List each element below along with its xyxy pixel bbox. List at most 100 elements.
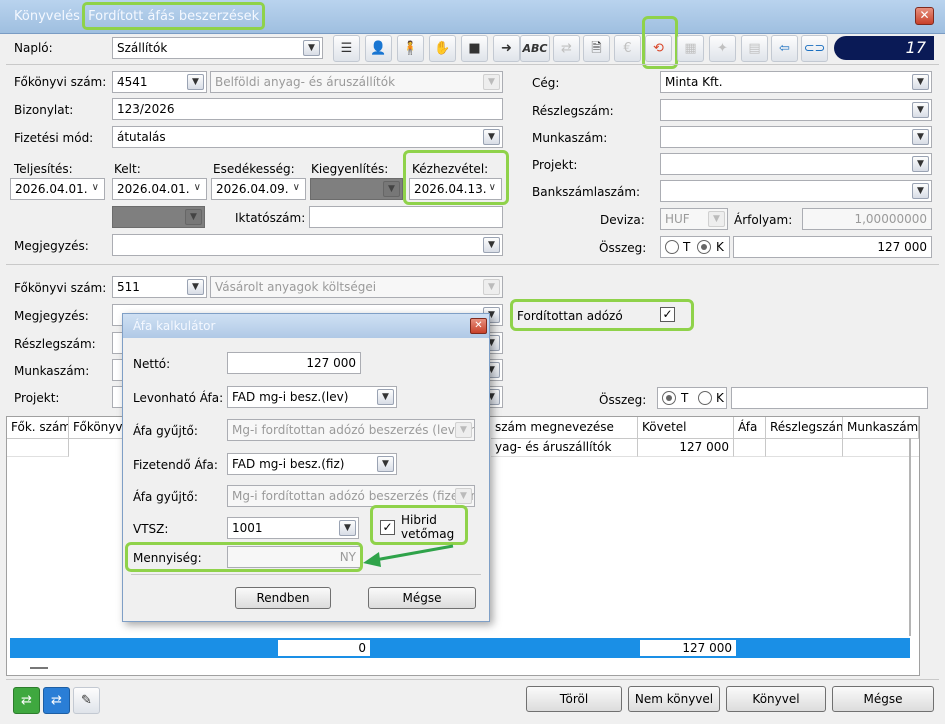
- arrow-icon[interactable]: ➜: [493, 35, 520, 62]
- iktatoszam-input[interactable]: [309, 206, 503, 228]
- netto-label: Nettó:: [133, 357, 171, 371]
- megjegyzes-select[interactable]: ▼: [112, 234, 503, 256]
- table-cell[interactable]: 127 000: [638, 439, 734, 457]
- table-cell[interactable]: [734, 439, 766, 457]
- dialog-megse-button[interactable]: Mégse: [368, 587, 476, 609]
- tetel-fokonyv-select[interactable]: 511 ▼: [112, 276, 207, 298]
- totals-bar: 0 127 000: [10, 638, 910, 658]
- kelt-date[interactable]: 2026.04.01. ∨: [112, 178, 207, 200]
- tetel-megjegyzes-label: Megjegyzés:: [14, 309, 89, 323]
- netto-input[interactable]: 127 000: [227, 352, 361, 374]
- kelt-label: Kelt:: [114, 162, 141, 176]
- tetel-t-label: T: [681, 391, 689, 405]
- fizmod-label: Fizetési mód:: [14, 131, 94, 145]
- naplo-label: Napló:: [14, 41, 53, 55]
- table-cell[interactable]: [843, 439, 919, 457]
- fizmod-select[interactable]: átutalás ▼: [112, 126, 503, 148]
- fizetendo-label: Fizetendő Áfa:: [133, 458, 218, 472]
- close-button[interactable]: ✕: [915, 7, 934, 25]
- list-icon[interactable]: ☰: [333, 35, 360, 62]
- refresh-icon[interactable]: ⇄: [13, 687, 40, 714]
- chevron-down-icon: ▼: [383, 181, 400, 197]
- col-header[interactable]: Munkaszám: [843, 417, 919, 439]
- kiegyenlites-label: Kiegyenlítés:: [311, 162, 389, 176]
- tetel-k-radio[interactable]: [698, 391, 712, 405]
- money-hand-icon[interactable]: ✋: [429, 35, 456, 62]
- tetel-projekt-label: Projekt:: [14, 391, 60, 405]
- esedekesseg-label: Esedékesség:: [213, 162, 295, 176]
- extra-select: ▼: [112, 206, 205, 228]
- table-icon[interactable]: ▤: [741, 35, 768, 62]
- chevron-down-icon: ∨: [193, 182, 201, 193]
- tetel-osszeg-label: Összeg:: [599, 393, 647, 407]
- afa-calculator-dialog[interactable]: Áfa kalkulátor ✕ Nettó: 127 000 Levonhat…: [122, 313, 490, 622]
- reverse-vat-highlight: [642, 16, 678, 69]
- nem-konyvel-button[interactable]: Nem könyvel: [628, 686, 720, 712]
- naplo-select[interactable]: Szállítók ▼: [112, 37, 323, 59]
- torol-button[interactable]: Töröl: [526, 686, 622, 712]
- t-radio[interactable]: [665, 240, 679, 254]
- swap-icon[interactable]: ⇄: [43, 687, 70, 714]
- chevron-down-icon: ▼: [187, 279, 204, 295]
- bizonylat-input[interactable]: 123/2026: [112, 98, 503, 120]
- table-cell[interactable]: yag- és áruszállítók: [491, 439, 638, 457]
- iktatoszam-label: Iktatószám:: [235, 211, 306, 225]
- person-icon[interactable]: 🧍: [397, 35, 424, 62]
- dialog-close-button[interactable]: ✕: [470, 318, 487, 334]
- tetel-t-radio[interactable]: [662, 391, 676, 405]
- col-header[interactable]: Főkönyv: [69, 417, 129, 439]
- scrollbar[interactable]: [909, 438, 911, 636]
- chevron-down-icon: ▼: [912, 74, 929, 90]
- k-radio[interactable]: [697, 240, 711, 254]
- gyujto2-label: Áfa gyűjtő:: [133, 490, 198, 504]
- deviza-select: HUF ▼: [660, 208, 728, 230]
- esedekesseg-date[interactable]: 2026.04.09. ∨: [211, 178, 306, 200]
- tetel-osszeg-input[interactable]: [731, 387, 928, 409]
- edit-icon[interactable]: ✎: [73, 687, 100, 714]
- fokonyv-select[interactable]: 4541 ▼: [112, 71, 207, 93]
- user-icon[interactable]: 👤: [365, 35, 392, 62]
- spellcheck-icon[interactable]: ABC: [520, 35, 550, 62]
- munkaszam-select[interactable]: ▼: [660, 126, 932, 148]
- total-kovetel: 127 000: [640, 640, 736, 656]
- stamp-icon[interactable]: ✦: [709, 35, 736, 62]
- col-header[interactable]: szám megnevezése: [491, 417, 638, 439]
- konyvel-button[interactable]: Könyvel: [726, 686, 826, 712]
- fokonyv-name-field: Belföldi anyag- és áruszállítók ▼: [210, 71, 503, 93]
- col-header[interactable]: Követel: [638, 417, 734, 439]
- tetel-k-label: K: [716, 391, 724, 405]
- bankszamla-select[interactable]: ▼: [660, 180, 932, 202]
- rendben-button[interactable]: Rendben: [235, 587, 331, 609]
- reszleg-select[interactable]: ▼: [660, 99, 932, 121]
- import-icon[interactable]: ⇦: [771, 35, 798, 62]
- tetel-reszleg-label: Részlegszám:: [14, 337, 96, 351]
- exchange-icon[interactable]: ⇄: [553, 35, 580, 62]
- fizetendo-select[interactable]: FAD mg-i besz.(fiz) ▼: [227, 453, 397, 475]
- k-label: K: [716, 240, 724, 254]
- megse-button[interactable]: Mégse: [832, 686, 934, 712]
- chevron-down-icon: ▼: [483, 237, 500, 253]
- grid-icon[interactable]: ▦: [677, 35, 704, 62]
- mennyiseg-highlight: [125, 542, 363, 572]
- total-tartozik: 0: [278, 640, 370, 656]
- euro-icon[interactable]: €: [614, 35, 641, 62]
- vtsz-label: VTSZ:: [133, 522, 169, 536]
- col-header[interactable]: Fők. szám: [7, 417, 69, 439]
- tetel-munkaszam-label: Munkaszám:: [14, 364, 90, 378]
- person-doc-icon[interactable]: 🗎: [583, 35, 610, 62]
- link-icon[interactable]: ⊂⊃: [801, 35, 828, 62]
- teljesites-date[interactable]: 2026.04.01. ∨: [10, 178, 105, 200]
- box-icon[interactable]: ■: [461, 35, 488, 62]
- table-cell[interactable]: [766, 439, 843, 457]
- projekt-select[interactable]: ▼: [660, 153, 932, 175]
- col-header[interactable]: Áfa: [734, 417, 766, 439]
- col-header[interactable]: Részlegszám: [766, 417, 843, 439]
- grid-splitter[interactable]: [30, 667, 48, 669]
- ceg-select[interactable]: Minta Kft. ▼: [660, 71, 932, 93]
- levonhato-select[interactable]: FAD mg-i besz.(lev) ▼: [227, 386, 397, 408]
- table-cell[interactable]: [7, 439, 69, 457]
- vtsz-select[interactable]: 1001 ▼: [227, 517, 359, 539]
- chevron-down-icon: ▼: [912, 102, 929, 118]
- kiegyenlites-date: ▼: [310, 178, 403, 200]
- osszeg-input[interactable]: 127 000: [733, 236, 932, 258]
